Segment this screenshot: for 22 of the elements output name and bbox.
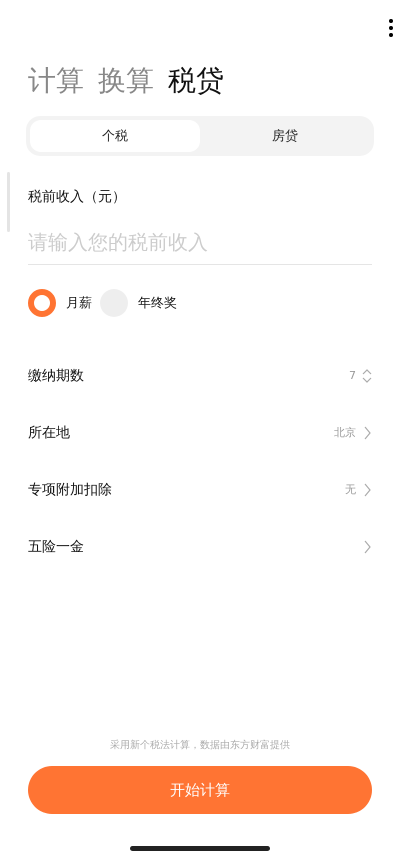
title-tab[interactable]: 计算 [28, 62, 84, 100]
stepper-icon[interactable] [362, 368, 372, 384]
more-icon[interactable] [388, 18, 394, 38]
segment-tab[interactable]: 个税 [30, 120, 200, 152]
row-label: 缴纳期数 [28, 366, 84, 384]
field-label: 税前收入（元） [28, 188, 127, 206]
row-label: 所在地 [28, 424, 70, 442]
title-tab[interactable]: 税贷 [168, 62, 224, 100]
segment-tab[interactable]: 房贷 [200, 120, 370, 152]
radio-button[interactable] [28, 289, 56, 317]
row-value: 无 [345, 482, 356, 497]
row-value: 北京 [334, 425, 356, 440]
footnote: 采用新个税法计算，数据由东方财富提供 [109, 738, 291, 752]
title-tab[interactable]: 换算 [98, 62, 154, 100]
chevron-right-icon[interactable] [362, 538, 372, 554]
radio-label: 月薪 [66, 295, 92, 312]
radio-label: 年终奖 [138, 295, 177, 312]
chevron-right-icon[interactable] [362, 482, 372, 498]
row-label: 专项附加扣除 [28, 480, 112, 498]
row-label: 五险一金 [28, 538, 84, 556]
row-value: 7 [349, 369, 356, 382]
chevron-right-icon[interactable] [362, 424, 372, 440]
